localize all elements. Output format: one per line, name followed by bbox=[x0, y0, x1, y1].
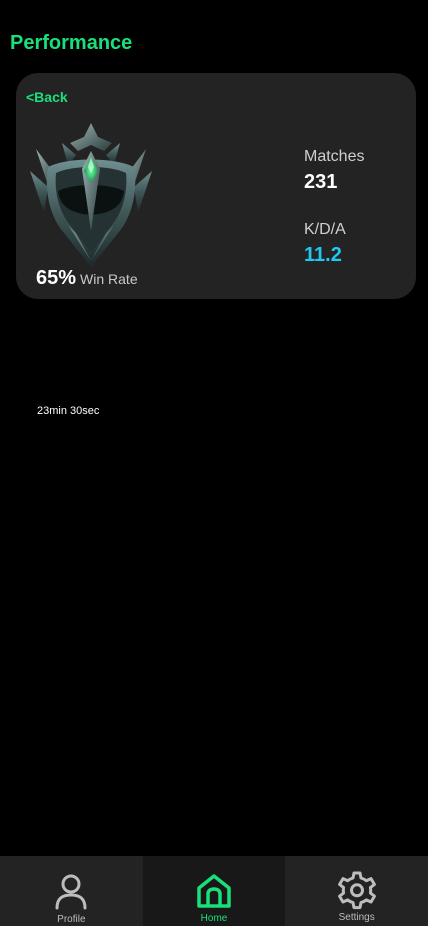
nav-item-home[interactable]: Home bbox=[142, 856, 286, 926]
performance-screen: Performance <Back 65% Win Rate Matches 2… bbox=[0, 0, 428, 926]
win-rate-value: 65% bbox=[36, 267, 77, 289]
page-title: Performance bbox=[10, 32, 133, 54]
home-icon bbox=[197, 874, 231, 908]
matches-label: Matches bbox=[304, 148, 365, 165]
kda-stat: K/D/A 11.2 bbox=[304, 221, 346, 267]
nav-label-profile: Profile bbox=[57, 914, 86, 925]
nav-label-settings: Settings bbox=[338, 912, 375, 923]
matches-stat: Matches 231 bbox=[304, 148, 364, 194]
bottom-nav: Profile Home Settings bbox=[0, 856, 428, 926]
user-icon bbox=[55, 874, 87, 910]
nav-item-profile[interactable]: Profile bbox=[0, 856, 143, 926]
win-rate-label: Win Rate bbox=[80, 271, 138, 287]
nav-label-home: Home bbox=[200, 913, 228, 924]
gear-icon bbox=[337, 871, 376, 910]
back-button[interactable]: <Back bbox=[26, 89, 68, 105]
nav-item-settings[interactable]: Settings bbox=[285, 856, 428, 926]
rank-emblem-icon bbox=[30, 123, 152, 267]
matches-value: 231 bbox=[304, 171, 338, 193]
win-rate: 65% Win Rate bbox=[36, 267, 138, 290]
performance-card: <Back 65% Win Rate Matches 231 K/D/A 11.… bbox=[16, 73, 416, 299]
match-duration: 23min 30sec bbox=[37, 405, 100, 417]
kda-label: K/D/A bbox=[304, 221, 346, 238]
kda-value: 11.2 bbox=[304, 244, 342, 266]
